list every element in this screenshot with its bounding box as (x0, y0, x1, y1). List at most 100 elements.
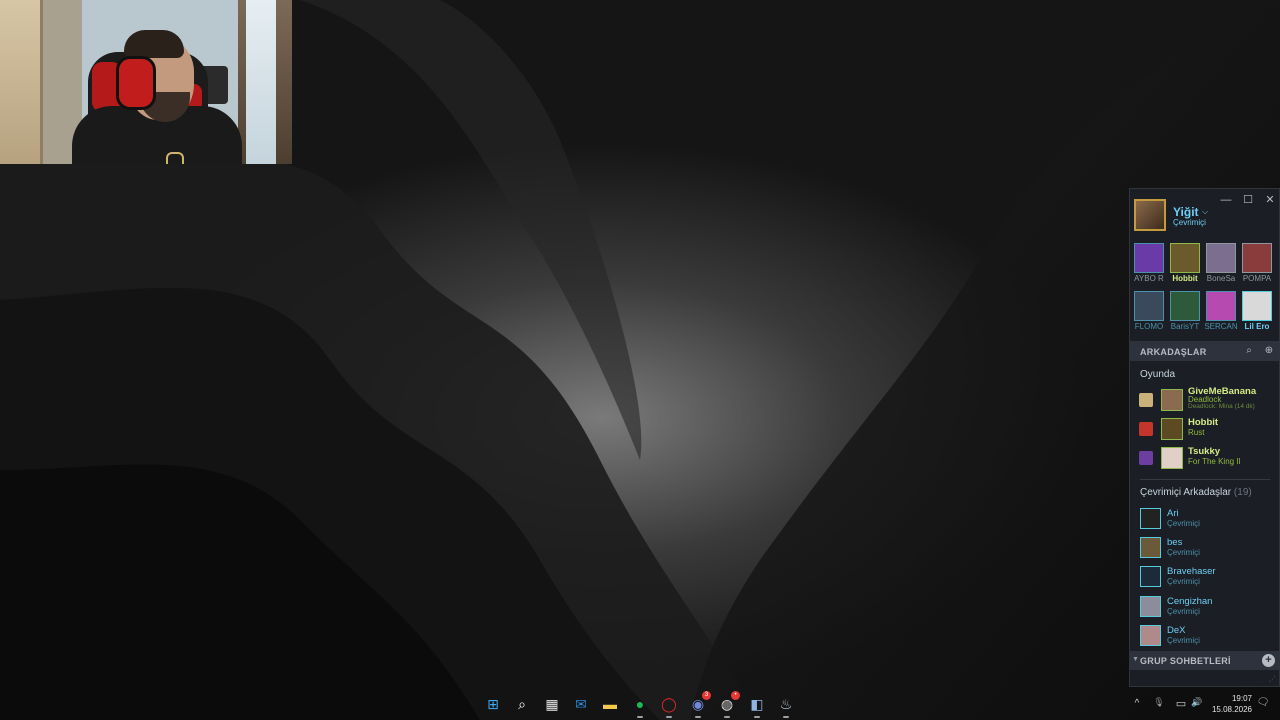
friend-name: Cengizhan (1167, 595, 1213, 607)
online-friend-row[interactable]: DeX Çevrimiçi (1130, 622, 1279, 650)
friend-name: Bravehaser (1167, 566, 1216, 578)
avatar (1134, 291, 1164, 321)
avatar (1140, 566, 1161, 588)
favorite-friend[interactable]: Hobbit (1168, 243, 1202, 283)
outlook-icon[interactable]: ✉ (571, 694, 591, 714)
favorite-friend[interactable]: FLOMO (1132, 291, 1166, 331)
section-divider (1140, 479, 1270, 480)
discord-icon[interactable]: ◉ 3 (688, 691, 711, 714)
ingame-friend-row[interactable]: GiveMeBanana Deadlock Deadlock: Mina (14 d… (1130, 386, 1279, 414)
online-friend-row[interactable]: Bravehaser Çevrimiçi (1130, 563, 1279, 591)
avatar (1242, 243, 1272, 273)
favorite-friend-label: Lil Ero (1244, 322, 1270, 331)
obs-icon[interactable]: ◍ • (717, 691, 740, 714)
webcam-headset (116, 56, 156, 110)
microphone-icon[interactable]: 🎙 (1152, 697, 1166, 708)
favorite-friend[interactable]: POMPA (1240, 243, 1274, 283)
online-count: (19) (1233, 487, 1252, 498)
favorite-friend-label: BarisYT (1170, 322, 1200, 331)
opera-icon[interactable]: ◯ (659, 694, 679, 714)
game-icon (1139, 422, 1153, 436)
game-icon (1139, 393, 1153, 407)
avatar (1140, 595, 1161, 617)
steam-icon[interactable]: ♨ (776, 694, 796, 714)
windows-start-icon[interactable]: ⊞ (483, 694, 503, 714)
snipping-tool-icon[interactable]: ◧ (747, 694, 767, 714)
minimize-button[interactable]: — (1218, 193, 1234, 207)
friend-name: Ari (1167, 508, 1179, 519)
windows-start-glyph: ⊞ (487, 695, 499, 712)
favorite-friend[interactable]: AYBO R (1132, 243, 1166, 283)
show-hidden-icons-chevron-icon[interactable]: ^ (1130, 698, 1144, 709)
opera-glyph: ◯ (661, 695, 677, 712)
steam-friends-window: — ☐ ✕ Yiğit ⌵ Çevrimiçi AYBO R Hobbit Bone… (1129, 188, 1280, 687)
self-status: Çevrimiçi (1173, 218, 1206, 227)
search-icon[interactable]: ⌕ (512, 694, 532, 714)
avatar (1161, 447, 1183, 469)
favorite-friend[interactable]: BoneSa (1204, 243, 1238, 283)
game-name: Rust (1188, 428, 1205, 437)
volume-icon[interactable]: 🔊 (1190, 697, 1204, 708)
avatar (1242, 291, 1272, 321)
spotify-icon[interactable]: ● (630, 694, 650, 714)
status-dropdown-chevron-icon[interactable]: ⌵ (1202, 207, 1208, 217)
spotify-glyph: ● (635, 696, 645, 712)
clock-time[interactable]: 19:07 (1222, 694, 1252, 703)
webcam-window-frame (238, 0, 292, 164)
running-indicator (754, 716, 760, 718)
online-friend-row[interactable]: Cengizhan Çevrimiçi (1130, 593, 1279, 621)
ingame-friend-row[interactable]: Tsukky For The King II (1130, 444, 1279, 472)
running-indicator (724, 716, 730, 718)
avatar (1170, 291, 1200, 321)
favorite-friend-label: FLOMO (1134, 322, 1164, 331)
group-chats-bar[interactable]: ▼ GRUP SOHBETLERİ + (1130, 651, 1279, 670)
network-icon[interactable]: ▭ (1174, 697, 1188, 710)
clock-date[interactable]: 15.08.2026 (1208, 705, 1252, 714)
maximize-button[interactable]: ☐ (1240, 193, 1256, 207)
self-name[interactable]: Yiğit (1173, 205, 1199, 219)
webcam-shirt-logo (166, 152, 184, 164)
close-button[interactable]: ✕ (1262, 193, 1278, 207)
favorite-friend-label: SERCAN (1204, 322, 1238, 331)
favorite-friend[interactable]: BarisYT (1168, 291, 1202, 331)
add-friend-icon[interactable]: ⊕ (1262, 344, 1276, 358)
notification-icon[interactable]: 🗨 (1256, 697, 1270, 708)
running-indicator (695, 716, 701, 718)
collapse-caret-icon[interactable]: ▼ (1132, 656, 1139, 663)
file-explorer-icon[interactable]: ▬ (600, 694, 620, 714)
avatar (1170, 243, 1200, 273)
friend-status: Çevrimiçi (1167, 635, 1200, 645)
microsoft-store-glyph: ▦ (545, 695, 559, 712)
friend-name: Tsukky (1188, 446, 1221, 457)
avatar (1161, 418, 1183, 440)
avatar (1134, 243, 1164, 273)
online-section-title[interactable]: Çevrimiçi Arkadaşlar (19) (1140, 487, 1252, 498)
avatar (1161, 389, 1183, 411)
friends-header-label: ARKADAŞLAR (1140, 347, 1207, 357)
add-group-chat-icon[interactable]: + (1262, 654, 1275, 667)
resize-grip-icon[interactable]: ⋰ (1269, 676, 1277, 684)
friend-status: Çevrimiçi (1167, 606, 1200, 616)
online-section-label: Çevrimiçi Arkadaşlar (1140, 487, 1232, 498)
online-friend-row[interactable]: bes Çevrimiçi (1130, 534, 1279, 562)
friends-section-header: ARKADAŞLAR ⌕ ⊕ (1130, 341, 1279, 361)
favorite-friend[interactable]: SERCAN (1204, 291, 1238, 331)
ingame-friend-row[interactable]: Hobbit Rust (1130, 415, 1279, 443)
friend-status: Çevrimiçi (1167, 577, 1200, 587)
microsoft-store-icon[interactable]: ▦ (542, 694, 562, 714)
group-chats-label: GRUP SOHBETLERİ (1140, 656, 1231, 666)
avatar (1140, 508, 1161, 529)
running-indicator (666, 716, 672, 718)
search-icon[interactable]: ⌕ (1242, 344, 1256, 358)
ingame-section-title[interactable]: Oyunda (1140, 369, 1175, 380)
avatar (1140, 537, 1161, 559)
online-friend-row[interactable]: Ari Çevrimiçi (1130, 505, 1279, 533)
favorite-friend[interactable]: Lil Ero (1240, 291, 1274, 331)
friend-name: Hobbit (1188, 417, 1219, 428)
friend-status: Çevrimiçi (1167, 548, 1200, 558)
webcam-overlay (0, 0, 292, 164)
snipping-tool-glyph: ◧ (750, 695, 764, 712)
self-avatar[interactable] (1134, 199, 1166, 231)
notification-badge: • (731, 691, 740, 700)
favorite-friend-label: AYBO R (1134, 274, 1164, 283)
